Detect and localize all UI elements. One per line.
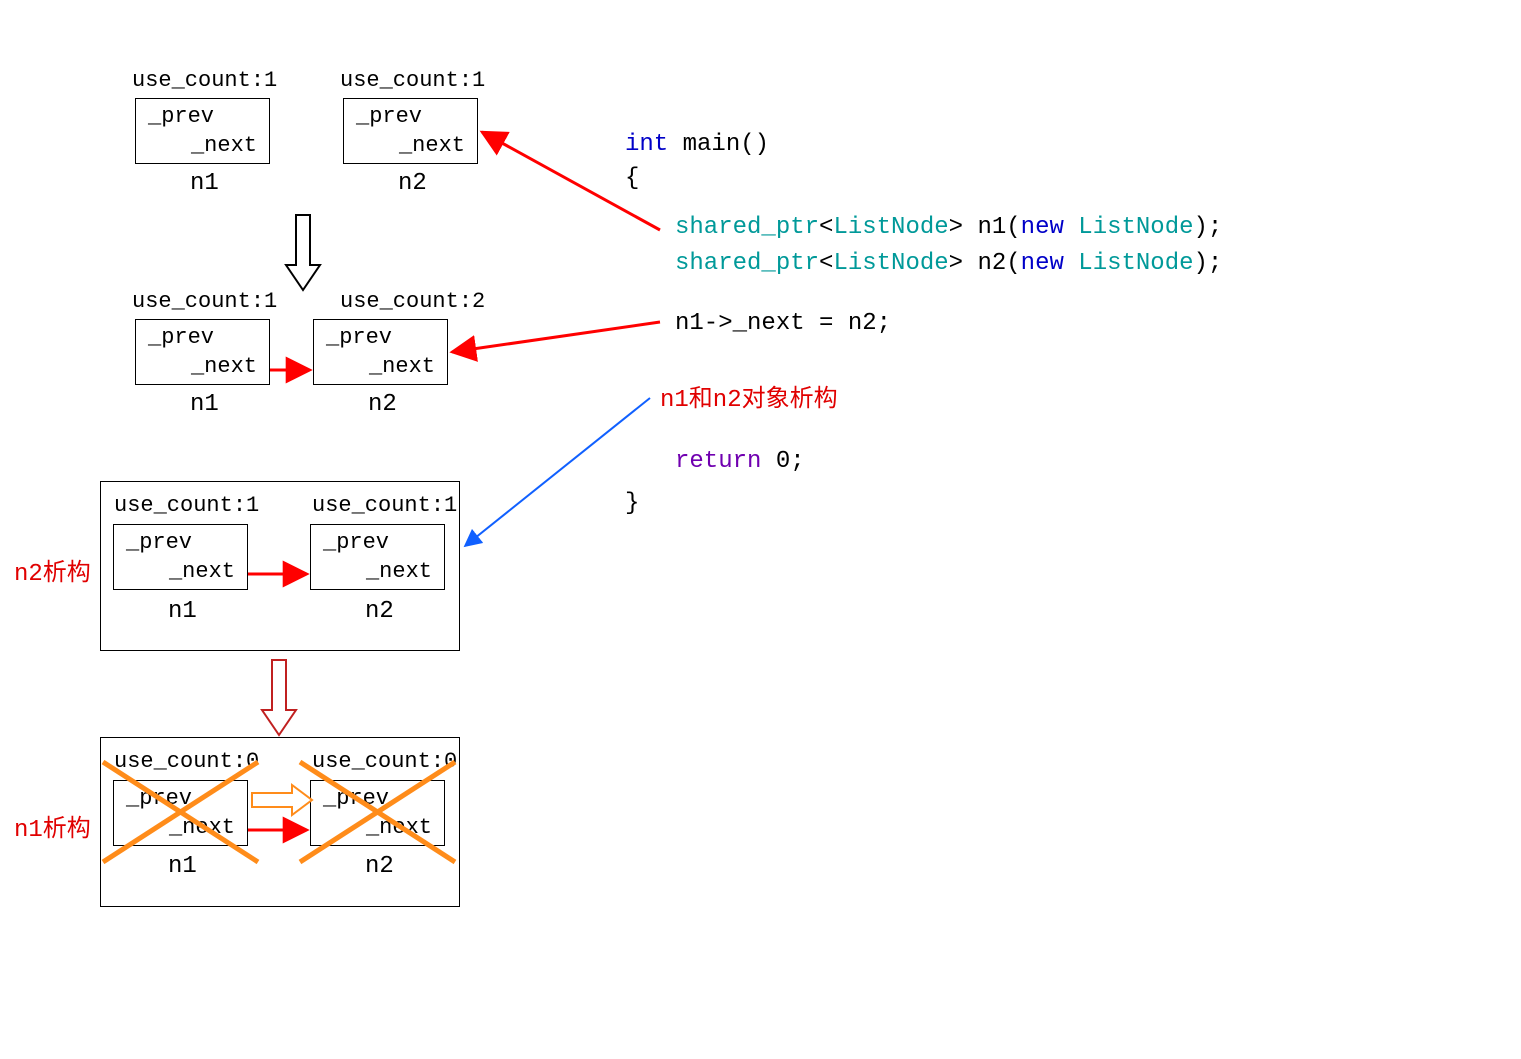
stage1-n2-name: n2 bbox=[398, 170, 427, 197]
arrow-code-to-stage2 bbox=[452, 322, 660, 352]
stage3-n1-usecount: use_count:1 bbox=[114, 493, 259, 518]
stage2-n2-next: _next bbox=[369, 354, 435, 379]
code-line4: shared_ptr<ListNode> n2(new ListNode); bbox=[675, 250, 1222, 277]
stage1-n1-name: n1 bbox=[190, 170, 219, 197]
stage2-n2-name: n2 bbox=[368, 391, 397, 418]
stage4-n1-usecount: use_count:0 bbox=[114, 749, 259, 774]
stage1-n1-box: _prev _next bbox=[135, 98, 270, 164]
stage1-n2-next: _next bbox=[399, 133, 465, 158]
down-arrow-2 bbox=[262, 660, 296, 735]
stage3-n2-usecount: use_count:1 bbox=[312, 493, 457, 518]
stage4-n1-next: _next bbox=[169, 815, 235, 840]
code-line1: int main() bbox=[625, 131, 769, 158]
stage2-n1-box: _prev _next bbox=[135, 319, 270, 385]
stage3-n1-next: _next bbox=[169, 559, 235, 584]
down-arrow-1 bbox=[286, 215, 320, 290]
stage4-n2-prev: _prev bbox=[323, 786, 389, 811]
stage4-n2-box: _prev _next bbox=[310, 780, 445, 846]
stage2-n1-next: _next bbox=[191, 354, 257, 379]
arrow-destruct-to-stage3 bbox=[465, 398, 650, 546]
stage3-n1-box: _prev _next bbox=[113, 524, 248, 590]
stage3-n2-next: _next bbox=[366, 559, 432, 584]
code-line7: return 0; bbox=[675, 448, 805, 475]
stage1-n2-box: _prev _next bbox=[343, 98, 478, 164]
stage2-n2-prev: _prev bbox=[326, 325, 392, 350]
stage4-n1-name: n1 bbox=[168, 853, 197, 880]
stage2-n1-name: n1 bbox=[190, 391, 219, 418]
stage1-n1-prev: _prev bbox=[148, 104, 214, 129]
stage4-n2-usecount: use_count:0 bbox=[312, 749, 457, 774]
stage3-n1-name: n1 bbox=[168, 598, 197, 625]
stage1-n2-prev: _prev bbox=[356, 104, 422, 129]
stage4-n2-next: _next bbox=[366, 815, 432, 840]
stage4-n1-prev: _prev bbox=[126, 786, 192, 811]
stage2-n1-usecount: use_count:1 bbox=[132, 289, 277, 314]
stage3-n2-name: n2 bbox=[365, 598, 394, 625]
stage2-n2-usecount: use_count:2 bbox=[340, 289, 485, 314]
stage2-n1-prev: _prev bbox=[148, 325, 214, 350]
stage4-n1-box: _prev _next bbox=[113, 780, 248, 846]
stage1-n2-usecount: use_count:1 bbox=[340, 68, 485, 93]
stage3-n2-box: _prev _next bbox=[310, 524, 445, 590]
stage1-n1-next: _next bbox=[191, 133, 257, 158]
stage3-label: n2析构 bbox=[14, 552, 91, 588]
code-line6: n1和n2对象析构 bbox=[660, 378, 838, 414]
code-line8: } bbox=[625, 490, 639, 517]
stage4-n2-name: n2 bbox=[365, 853, 394, 880]
stage3-n1-prev: _prev bbox=[126, 530, 192, 555]
stage2-n2-box: _prev _next bbox=[313, 319, 448, 385]
code-line5: n1->_next = n2; bbox=[675, 310, 891, 337]
code-line2: { bbox=[625, 165, 639, 192]
diagram-stage: use_count:1 _prev _next n1 use_count:1 _… bbox=[0, 0, 1521, 1059]
stage4-label: n1析构 bbox=[14, 808, 91, 844]
code-line3: shared_ptr<ListNode> n1(new ListNode); bbox=[675, 214, 1222, 241]
stage1-n1-usecount: use_count:1 bbox=[132, 68, 277, 93]
stage3-n2-prev: _prev bbox=[323, 530, 389, 555]
